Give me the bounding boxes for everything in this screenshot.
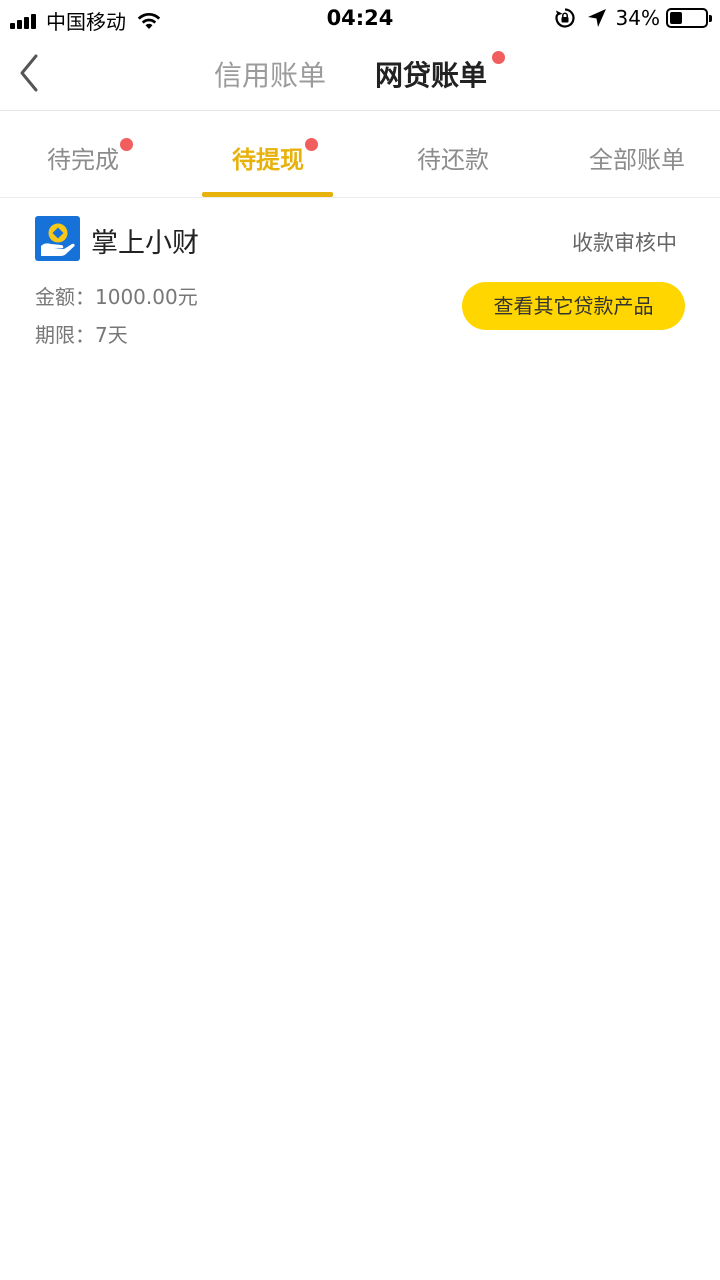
- view-other-loans-button[interactable]: 查看其它贷款产品: [462, 282, 685, 330]
- status-right: 34%: [554, 6, 712, 30]
- rotation-lock-icon: [555, 8, 575, 28]
- tab-credit-bill[interactable]: 信用账单: [214, 54, 326, 94]
- sub-tab-pending-repay[interactable]: 待还款: [417, 140, 489, 175]
- term-label: 期限：: [35, 323, 95, 347]
- back-chevron-icon[interactable]: [14, 52, 48, 94]
- loan-card[interactable]: 掌上小财 收款审核中 金额：1000.00元 期限：7天 查看其它贷款产品: [0, 199, 720, 359]
- battery-level: [670, 12, 682, 24]
- coin-hand-logo-icon: [35, 216, 80, 261]
- status-bar: 中国移动 04:24 34%: [0, 0, 720, 36]
- online-loan-badge-dot: [492, 51, 505, 64]
- sub-tabs: 待完成 待提现 待还款 全部账单: [0, 112, 720, 198]
- pending-withdraw-badge-dot: [305, 138, 318, 151]
- location-arrow-icon: [587, 9, 606, 27]
- sub-tab-pending-complete[interactable]: 待完成: [47, 140, 119, 175]
- amount-value: 1000.00元: [95, 285, 198, 309]
- battery-icon: [666, 8, 712, 28]
- tab-online-loan-bill[interactable]: 网贷账单: [375, 54, 487, 94]
- amount-row: 金额：1000.00元: [35, 281, 198, 310]
- loan-status: 收款审核中: [572, 231, 677, 255]
- sub-tab-all-bills[interactable]: 全部账单: [589, 140, 685, 175]
- nav-header: 信用账单 网贷账单: [0, 36, 720, 111]
- pending-complete-badge-dot: [120, 138, 133, 151]
- active-tab-indicator: [202, 192, 333, 197]
- amount-label: 金额：: [35, 285, 95, 309]
- sub-tab-pending-withdraw[interactable]: 待提现: [232, 140, 304, 175]
- battery-percent: 34%: [615, 6, 660, 30]
- bill-page: 中国移动 04:24 34% 信用账单 网贷账单 待完成 待提现 待还款 全部账…: [0, 0, 720, 1280]
- product-name: 掌上小财: [91, 228, 199, 259]
- term-value: 7天: [95, 323, 128, 347]
- term-row: 期限：7天: [35, 319, 128, 348]
